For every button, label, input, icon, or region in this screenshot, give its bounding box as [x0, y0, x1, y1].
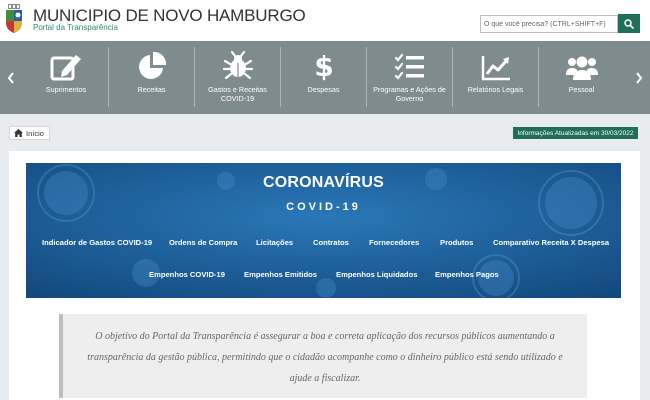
dollar-icon: $ — [314, 50, 333, 81]
covid-link-indicador-gastos[interactable]: Indicador de Gastos COVID-19 — [42, 238, 152, 247]
nav-item-suprimentos[interactable]: Suprimentos — [24, 41, 108, 114]
covid-link-produtos[interactable]: Produtos — [440, 238, 473, 247]
mission-quote: O objetivo do Portal da Transparência é … — [59, 314, 587, 398]
covid-link-fornecedores[interactable]: Fornecedores — [369, 238, 419, 247]
main-navigation: Suprimentos Receitas Gastos e Receitas C… — [0, 41, 650, 114]
checklist-icon — [394, 53, 424, 80]
site-header: MUNICIPIO DE NOVO HAMBURGO Portal da Tra… — [0, 0, 650, 41]
nav-item-label: Programas e Ações de Governo — [373, 85, 446, 103]
nav-item-label: Suprimentos — [45, 85, 87, 94]
banner-subtitle: COVID-19 — [286, 201, 361, 213]
virus-icon — [222, 51, 253, 80]
mission-quote-text: O objetivo do Portal da Transparência é … — [87, 331, 563, 384]
search-button[interactable] — [618, 14, 640, 33]
nav-item-label: Relatórios Legais — [467, 85, 524, 94]
breadcrumb-home[interactable]: Início — [9, 126, 50, 140]
covid-link-licitacoes[interactable]: Licitações — [256, 238, 293, 247]
nav-prev-button[interactable] — [0, 41, 22, 114]
chevron-left-icon — [7, 71, 14, 84]
nav-item-label: Gastos e Receitas COVID-19 — [208, 85, 267, 103]
breadcrumb-home-label: Início — [26, 128, 44, 138]
nav-item-label: Receitas — [137, 85, 166, 94]
nav-next-button[interactable] — [628, 41, 650, 114]
covid-link-empenhos-covid[interactable]: Empenhos COVID-19 — [149, 270, 225, 279]
nav-item-label: Despesas — [307, 85, 340, 94]
covid-banner: CORONAVÍRUS COVID-19 Indicador de Gastos… — [26, 163, 621, 298]
nav-item-relatorios-legais[interactable]: Relatórios Legais — [453, 41, 538, 114]
nav-item-programas-acoes[interactable]: Programas e Ações de Governo — [367, 41, 452, 114]
covid-link-comparativo[interactable]: Comparativo Receita X Despesa — [493, 238, 609, 247]
covid-link-empenhos-pagos[interactable]: Empenhos Pagos — [435, 270, 499, 279]
nav-item-label: Pessoal — [568, 85, 595, 94]
line-chart-icon — [481, 56, 510, 81]
covid-link-empenhos-emitidos[interactable]: Empenhos Emitidos — [244, 270, 317, 279]
nav-item-receitas[interactable]: Receitas — [109, 41, 194, 114]
nav-item-gastos-covid[interactable]: Gastos e Receitas COVID-19 — [195, 41, 280, 114]
municipal-crest-icon[interactable] — [4, 4, 24, 34]
chevron-right-icon — [636, 71, 643, 84]
pie-chart-icon — [138, 51, 166, 79]
covid-link-empenhos-liquidados[interactable]: Empenhos Liquidados — [336, 270, 417, 279]
updated-badge: Informações Atualizadas em 30/03/2022 — [513, 127, 638, 139]
search-input[interactable] — [480, 15, 618, 33]
banner-title: CORONAVÍRUS — [262, 174, 385, 191]
svg-text:$: $ — [314, 50, 333, 81]
nav-item-despesas[interactable]: $ Despesas — [281, 41, 366, 114]
search-icon — [624, 18, 634, 29]
site-subtitle[interactable]: Portal da Transparência — [33, 23, 118, 32]
nav-item-pessoal[interactable]: Pessoal — [539, 41, 624, 114]
users-icon — [565, 56, 598, 80]
home-icon — [14, 129, 23, 137]
edit-icon — [50, 55, 81, 81]
covid-link-ordens-compra[interactable]: Ordens de Compra — [169, 238, 237, 247]
covid-link-contratos[interactable]: Contratos — [313, 238, 349, 247]
